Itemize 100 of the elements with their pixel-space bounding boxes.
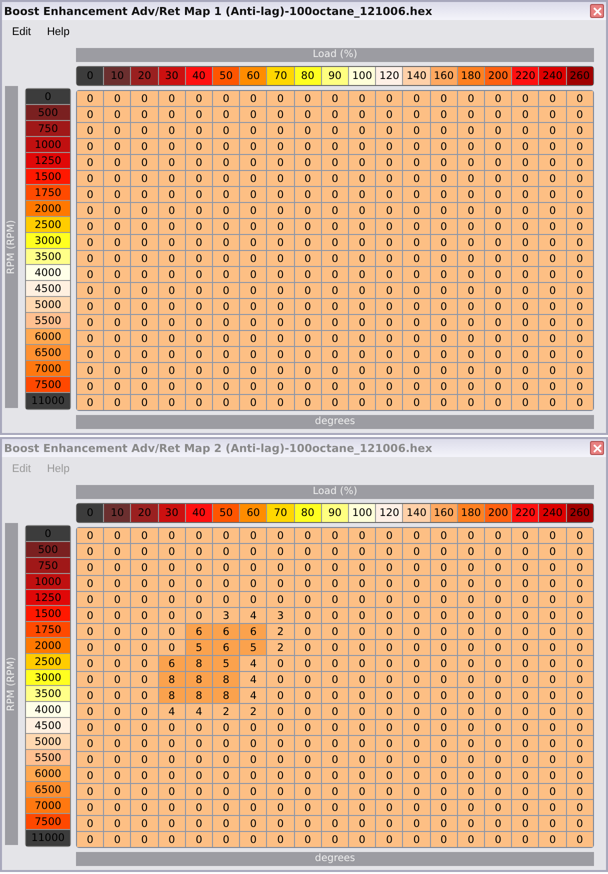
table-cell: 0 [104, 363, 132, 378]
table-cell: 0 [322, 267, 350, 282]
table-cell: 0 [539, 640, 567, 655]
table-cell: 0 [376, 91, 404, 106]
table-cell: 0 [566, 203, 593, 218]
table-cell: 0 [458, 624, 486, 639]
table-cell: 0 [322, 331, 350, 346]
table-cell: 0 [213, 315, 240, 330]
axis-title-bar: Load (%) [76, 48, 594, 62]
table-cell: 0 [349, 640, 376, 655]
table-cell: 0 [539, 139, 567, 154]
table-cell: 0 [349, 688, 376, 703]
column-header: 50 [213, 504, 240, 522]
row-header: 6500 [26, 782, 70, 798]
table-cell: 0 [539, 688, 567, 703]
table-cell: 0 [267, 187, 295, 202]
table-cell: 0 [539, 395, 567, 410]
column-header: 80 [294, 67, 322, 85]
column-header: 220 [512, 67, 540, 85]
table-cell: 0 [294, 91, 322, 106]
table-cell: 0 [131, 379, 159, 394]
table-cell: 0 [158, 768, 186, 783]
table-cell: 0 [403, 560, 431, 575]
table-cell: 4 [240, 608, 268, 623]
table-cell: 0 [213, 363, 240, 378]
table-cell: 0 [512, 347, 540, 362]
row-header: 2000 [26, 638, 70, 654]
table-cell: 0 [294, 560, 322, 575]
table-cell: 0 [458, 187, 486, 202]
table-cell: 0 [240, 283, 268, 298]
table-cell: 0 [512, 171, 540, 186]
table-cell: 0 [539, 800, 567, 815]
table-cell: 0 [403, 379, 431, 394]
table-cell: 0 [430, 720, 458, 735]
table-cell: 0 [186, 235, 214, 250]
table-cell: 0 [294, 640, 322, 655]
table-cell: 0 [430, 608, 458, 623]
table-cell: 0 [539, 235, 567, 250]
table-cell: 0 [458, 816, 486, 831]
table-cell: 0 [240, 299, 268, 314]
close-button[interactable] [590, 4, 604, 18]
table-cell: 0 [403, 688, 431, 703]
table-cell: 0 [213, 283, 240, 298]
table-cell: 0 [158, 800, 186, 815]
table-cell: 0 [512, 107, 540, 122]
table-cell: 0 [458, 123, 486, 138]
table-cell: 0 [267, 688, 295, 703]
table-cell: 0 [158, 363, 186, 378]
row-header: 1750 [26, 622, 70, 638]
table-cell: 0 [566, 768, 593, 783]
table-cell: 0 [485, 640, 512, 655]
table-cell: 0 [322, 283, 350, 298]
table-cell: 0 [77, 592, 104, 607]
table-cell: 0 [349, 363, 376, 378]
table-cell: 0 [294, 267, 322, 282]
table-cell: 0 [349, 784, 376, 799]
table-cell: 0 [104, 251, 132, 266]
row-header: 1500 [26, 169, 70, 185]
table-cell: 0 [403, 800, 431, 815]
table-cell: 0 [294, 395, 322, 410]
table-cell: 0 [349, 608, 376, 623]
table-cell: 0 [403, 123, 431, 138]
column-header: 10 [104, 67, 132, 85]
table-cell: 0 [213, 347, 240, 362]
table-cell: 0 [131, 219, 159, 234]
table-cell: 0 [294, 347, 322, 362]
table-cell: 0 [430, 592, 458, 607]
column-header: 30 [158, 67, 186, 85]
table-cell: 0 [349, 283, 376, 298]
table-cell: 0 [539, 544, 567, 559]
table-cell: 0 [77, 528, 104, 543]
table-cell: 0 [158, 784, 186, 799]
table-cell: 0 [77, 155, 104, 170]
table-cell: 0 [267, 267, 295, 282]
table-cell: 0 [267, 155, 295, 170]
table-cell: 0 [485, 592, 512, 607]
table-cell: 0 [349, 672, 376, 687]
table-cell: 0 [104, 219, 132, 234]
table-cell: 0 [566, 235, 593, 250]
table-cell: 0 [131, 155, 159, 170]
table-cell: 0 [240, 528, 268, 543]
menu-item[interactable]: Help [46, 26, 70, 38]
column-header: 100 [349, 67, 376, 85]
table-cell: 0 [376, 832, 404, 847]
table-cell: 0 [131, 203, 159, 218]
menu-item[interactable]: Edit [12, 26, 31, 38]
table-cell: 0 [77, 560, 104, 575]
table-cell: 0 [240, 171, 268, 186]
table-cell: 0 [485, 624, 512, 639]
table-cell: 0 [430, 203, 458, 218]
table-cell: 0 [485, 672, 512, 687]
table-cell: 0 [376, 576, 404, 591]
table-cell: 0 [267, 672, 295, 687]
table-cell: 0 [267, 107, 295, 122]
table-cell: 0 [294, 139, 322, 154]
table-cell: 0 [458, 363, 486, 378]
table-cell: 0 [158, 752, 186, 767]
table-cell: 0 [267, 800, 295, 815]
table-cell: 0 [485, 816, 512, 831]
table-cell: 0 [430, 91, 458, 106]
